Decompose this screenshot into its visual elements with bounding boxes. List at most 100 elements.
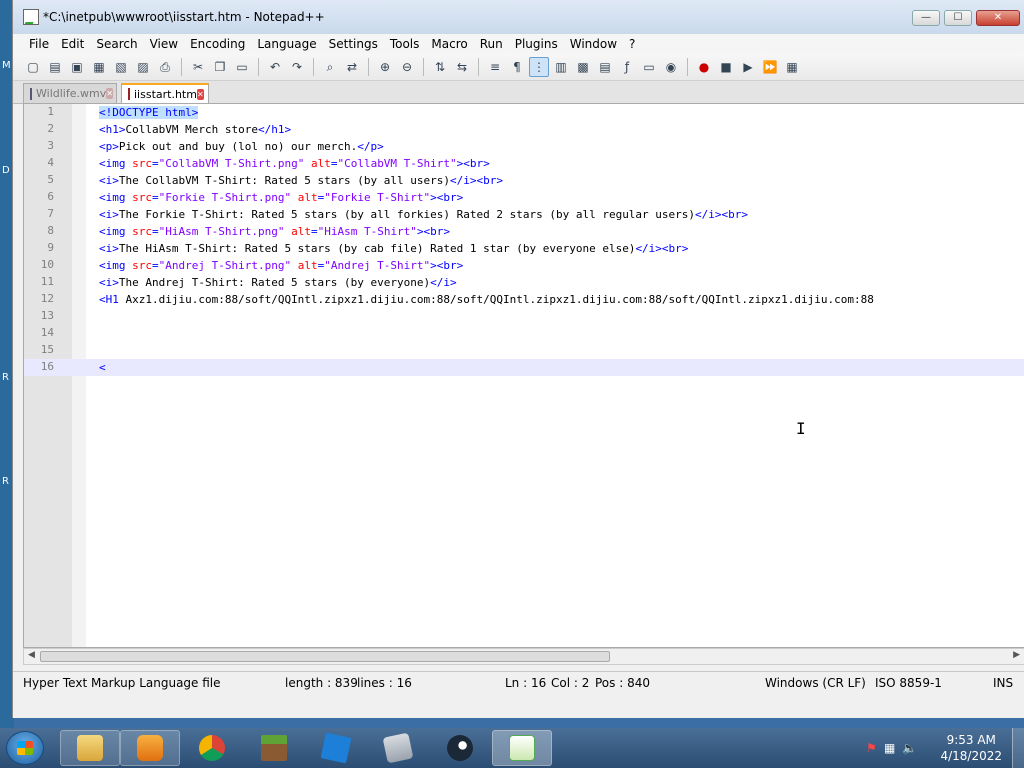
cut-icon[interactable]: ✂: [188, 57, 208, 77]
menu-plugins[interactable]: Plugins: [509, 37, 564, 51]
code-line[interactable]: 6 <img src="Forkie T-Shirt.png" alt="Fork…: [24, 189, 1024, 206]
undo-icon[interactable]: ↶: [265, 57, 285, 77]
menu-window[interactable]: Window: [564, 37, 623, 51]
doc-list-icon[interactable]: ▤: [595, 57, 615, 77]
function-list-icon[interactable]: ƒ: [617, 57, 637, 77]
start-button[interactable]: [6, 731, 44, 765]
tab-iisstart[interactable]: iisstart.htm ✕: [121, 83, 209, 103]
sync-horizontal-icon[interactable]: ⇆: [452, 57, 472, 77]
zoom-out-icon[interactable]: ⊖: [397, 57, 417, 77]
save-icon[interactable]: ▣: [67, 57, 87, 77]
steam-icon: [447, 735, 473, 761]
code-line[interactable]: 14: [24, 325, 1024, 342]
menu-settings[interactable]: Settings: [323, 37, 384, 51]
menu-file[interactable]: File: [23, 37, 55, 51]
code-token: src: [132, 259, 152, 272]
scrollbar-thumb[interactable]: [40, 651, 610, 662]
doc-map-icon[interactable]: ▩: [573, 57, 593, 77]
code-token: alt: [297, 259, 318, 272]
code-line[interactable]: 16 <: [24, 359, 1024, 376]
find-icon[interactable]: ⌕: [320, 57, 340, 77]
code-line[interactable]: 11 <i>The Andrej T-Shirt: Rated 5 stars (…: [24, 274, 1024, 291]
menu-language[interactable]: Language: [251, 37, 322, 51]
save-all-icon[interactable]: ▦: [89, 57, 109, 77]
tab-wildlife[interactable]: Wildlife.wmv ✕: [23, 83, 117, 103]
taskbar-explorer[interactable]: [60, 730, 120, 766]
menu-tools[interactable]: Tools: [384, 37, 426, 51]
taskbar-notepadpp[interactable]: [492, 730, 552, 766]
indent-guide-icon[interactable]: ⋮: [529, 57, 549, 77]
code-line[interactable]: 7 <i>The Forkie T-Shirt: Rated 5 stars (b…: [24, 206, 1024, 223]
clock-date: 4/18/2022: [940, 749, 1002, 763]
replace-icon[interactable]: ⇄: [342, 57, 362, 77]
taskbar-steam[interactable]: [430, 730, 490, 766]
code-line[interactable]: 9 <i>The HiAsm T-Shirt: Rated 5 stars (by…: [24, 240, 1024, 257]
action-center-icon[interactable]: ⚑: [866, 741, 880, 755]
network-icon[interactable]: ▦: [884, 741, 898, 755]
copy-icon[interactable]: ❐: [210, 57, 230, 77]
code-line[interactable]: 13: [24, 308, 1024, 325]
clock[interactable]: 9:53 AM 4/18/2022: [940, 732, 1002, 764]
run-macro-multiple-icon[interactable]: ⏩: [760, 57, 780, 77]
menu-view[interactable]: View: [144, 37, 184, 51]
taskbar-chrome[interactable]: [182, 730, 242, 766]
taskbar-minecraft[interactable]: [244, 730, 304, 766]
new-file-icon[interactable]: ▢: [23, 57, 43, 77]
sync-vertical-icon[interactable]: ⇅: [430, 57, 450, 77]
code-line[interactable]: 10 <img src="Andrej T-Shirt.png" alt="And…: [24, 257, 1024, 274]
user-lang-icon[interactable]: ▥: [551, 57, 571, 77]
show-desktop-button[interactable]: [1012, 728, 1024, 768]
taskbar-media-player[interactable]: [120, 730, 180, 766]
title-bar[interactable]: *C:\inetpub\wwwroot\iisstart.htm - Notep…: [13, 0, 1024, 34]
monitoring-icon[interactable]: ◉: [661, 57, 681, 77]
paste-icon[interactable]: ▭: [232, 57, 252, 77]
code-line[interactable]: 4 <img src="CollabVM T-Shirt.png" alt="Co…: [24, 155, 1024, 172]
code-line[interactable]: 15: [24, 342, 1024, 359]
code-line[interactable]: 8 <img src="HiAsm T-Shirt.png" alt="HiAsm…: [24, 223, 1024, 240]
menu-encoding[interactable]: Encoding: [184, 37, 251, 51]
tab-close-icon[interactable]: ✕: [196, 88, 204, 100]
line-number: 13: [40, 309, 54, 322]
redo-icon[interactable]: ↷: [287, 57, 307, 77]
line-number: 12: [40, 292, 54, 305]
print-icon[interactable]: ⎙: [155, 57, 175, 77]
code-line[interactable]: 2 <h1>CollabVM Merch store</h1>: [24, 121, 1024, 138]
taskbar-roblox[interactable]: [306, 730, 366, 766]
close-button[interactable]: ✕: [976, 10, 1020, 26]
scroll-right-icon[interactable]: ▶: [1013, 650, 1020, 660]
line-code: <: [99, 359, 106, 376]
maximize-button[interactable]: ☐: [944, 10, 972, 26]
tab-close-icon[interactable]: ✕: [106, 88, 113, 99]
code-line[interactable]: 5 <i>The CollabVM T-Shirt: Rated 5 stars …: [24, 172, 1024, 189]
folder-workspace-icon[interactable]: ▭: [639, 57, 659, 77]
menu-macro[interactable]: Macro: [425, 37, 473, 51]
code-line[interactable]: 1 <!DOCTYPE html>: [24, 104, 1024, 121]
code-editor[interactable]: 1 <!DOCTYPE html> 2 <h1>CollabVM Merch stor…: [23, 103, 1024, 648]
horizontal-scrollbar[interactable]: ◀ ▶: [23, 648, 1024, 665]
close-file-icon[interactable]: ▧: [111, 57, 131, 77]
open-file-icon[interactable]: ▤: [45, 57, 65, 77]
play-macro-icon[interactable]: ▶: [738, 57, 758, 77]
word-wrap-icon[interactable]: ≡: [485, 57, 505, 77]
code-token: </i>: [430, 276, 457, 289]
code-token: alt: [310, 157, 331, 170]
close-all-icon[interactable]: ▨: [133, 57, 153, 77]
scroll-left-icon[interactable]: ◀: [28, 650, 35, 660]
menu-run[interactable]: Run: [474, 37, 509, 51]
menu-search[interactable]: Search: [90, 37, 143, 51]
save-macro-icon[interactable]: ▦: [782, 57, 802, 77]
menu-edit[interactable]: Edit: [55, 37, 90, 51]
minimize-button[interactable]: —: [912, 10, 940, 26]
menu-help[interactable]: ?: [623, 37, 641, 51]
notepadpp-icon: [509, 735, 535, 761]
code-line[interactable]: 12 <H1 Axz1.dijiu.com:88/soft/QQIntl.zipx…: [24, 291, 1024, 308]
taskbar-app[interactable]: [368, 730, 428, 766]
zoom-in-icon[interactable]: ⊕: [375, 57, 395, 77]
show-all-chars-icon[interactable]: ¶: [507, 57, 527, 77]
record-macro-icon[interactable]: ●: [694, 57, 714, 77]
code-line[interactable]: 3 <p>Pick out and buy (lol no) our merch.…: [24, 138, 1024, 155]
stop-macro-icon[interactable]: ■: [716, 57, 736, 77]
volume-icon[interactable]: 🔈: [902, 741, 917, 755]
